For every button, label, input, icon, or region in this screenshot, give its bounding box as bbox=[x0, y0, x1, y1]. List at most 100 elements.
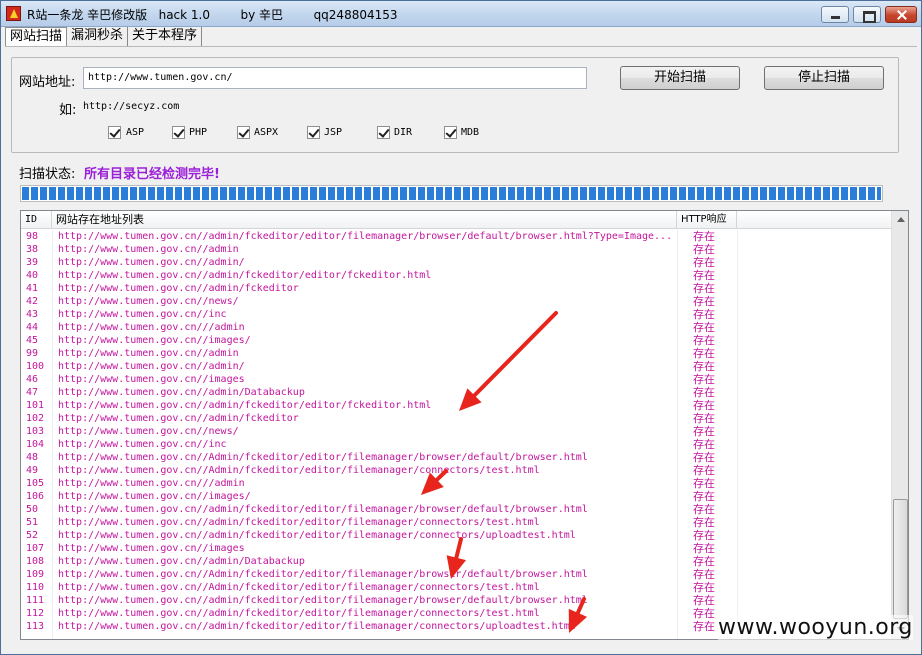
row-http-status: 存在 bbox=[693, 568, 715, 581]
url-input[interactable]: http://www.tumen.gov.cn/ bbox=[83, 67, 587, 89]
checkbox-jsp[interactable] bbox=[307, 126, 320, 139]
close-button[interactable] bbox=[885, 6, 917, 23]
column-header-url-list[interactable]: 网站存在地址列表 bbox=[52, 211, 677, 229]
table-row[interactable]: 103 http://www.tumen.gov.cn//news/存在 bbox=[21, 425, 891, 438]
table-row[interactable]: 43 http://www.tumen.gov.cn//inc 存在 bbox=[21, 308, 891, 321]
tab-divider bbox=[5, 46, 917, 47]
row-url: http://www.tumen.gov.cn//admin/fckeditor… bbox=[58, 621, 576, 632]
table-row[interactable]: 42 http://www.tumen.gov.cn//news/存在 bbox=[21, 295, 891, 308]
scroll-up-icon[interactable] bbox=[893, 212, 908, 228]
row-http-status: 存在 bbox=[693, 386, 715, 399]
column-header-http[interactable]: HTTP响应 bbox=[677, 211, 737, 229]
row-url: http://www.tumen.gov.cn//admin/ bbox=[58, 361, 245, 372]
tab-vuln-exploit[interactable]: 漏洞秒杀 bbox=[67, 27, 129, 46]
start-scan-button[interactable]: 开始扫描 bbox=[620, 66, 740, 90]
row-id: 102 bbox=[26, 413, 45, 424]
row-url: http://www.tumen.gov.cn//Admin/fckeditor… bbox=[58, 569, 588, 580]
table-row[interactable]: 52 http://www.tumen.gov.cn//admin/fckedit… bbox=[21, 529, 891, 542]
row-http-status: 存在 bbox=[693, 542, 715, 555]
checkbox-mdb[interactable] bbox=[444, 126, 457, 139]
table-row[interactable]: 99 http://www.tumen.gov.cn//admin 存在 bbox=[21, 347, 891, 360]
tab-strip: 网站扫描 漏洞秒杀 关于本程序 bbox=[5, 27, 203, 47]
row-http-status: 存在 bbox=[693, 282, 715, 295]
row-id: 46 bbox=[26, 374, 39, 385]
row-id: 41 bbox=[26, 283, 39, 294]
table-row[interactable]: 39 http://www.tumen.gov.cn//admin/存在 bbox=[21, 256, 891, 269]
table-row[interactable]: 44 http://www.tumen.gov.cn///admin 存在 bbox=[21, 321, 891, 334]
table-row[interactable]: 102 http://www.tumen.gov.cn//admin/fckedi… bbox=[21, 412, 891, 425]
row-http-status: 存在 bbox=[693, 399, 715, 412]
close-icon bbox=[886, 7, 916, 22]
title-bar[interactable]: R站一条龙 辛巴修改版 hack 1.0 by 辛巴 qq248804153 bbox=[1, 1, 921, 27]
row-url: http://www.tumen.gov.cn//Admin/fckeditor… bbox=[58, 452, 588, 463]
row-http-status: 存在 bbox=[693, 321, 715, 334]
row-http-status: 存在 bbox=[693, 477, 715, 490]
row-id: 49 bbox=[26, 465, 39, 476]
row-http-status: 存在 bbox=[693, 373, 715, 386]
row-http-status: 存在 bbox=[693, 334, 715, 347]
table-row[interactable]: 98 http://www.tumen.gov.cn//admin/fckedit… bbox=[21, 230, 891, 243]
row-url: http://www.tumen.gov.cn//admin/fckeditor… bbox=[58, 530, 576, 541]
table-row[interactable]: 111 http://www.tumen.gov.cn//admin/fckedi… bbox=[21, 594, 891, 607]
table-row[interactable]: 51 http://www.tumen.gov.cn//admin/fckedit… bbox=[21, 516, 891, 529]
row-url: http://www.tumen.gov.cn//admin/Databacku… bbox=[58, 556, 305, 567]
table-row[interactable]: 107 http://www.tumen.gov.cn//images 存在 bbox=[21, 542, 891, 555]
vertical-scrollbar[interactable] bbox=[891, 211, 908, 639]
row-url: http://www.tumen.gov.cn//Admin/fckeditor… bbox=[58, 465, 540, 476]
row-http-status: 存在 bbox=[693, 295, 715, 308]
row-url: http://www.tumen.gov.cn//images/ bbox=[58, 335, 251, 346]
row-url: http://www.tumen.gov.cn///admin bbox=[58, 322, 245, 333]
row-id: 107 bbox=[26, 543, 45, 554]
table-row[interactable]: 46 http://www.tumen.gov.cn//images 存在 bbox=[21, 373, 891, 386]
row-id: 104 bbox=[26, 439, 45, 450]
table-row[interactable]: 41 http://www.tumen.gov.cn//admin/fckedit… bbox=[21, 282, 891, 295]
row-id: 105 bbox=[26, 478, 45, 489]
table-row[interactable]: 109 http://www.tumen.gov.cn//Admin/fckedi… bbox=[21, 568, 891, 581]
row-url: http://www.tumen.gov.cn//images bbox=[58, 543, 245, 554]
row-url: http://www.tumen.gov.cn//admin/Databacku… bbox=[58, 387, 305, 398]
row-id: 106 bbox=[26, 491, 45, 502]
row-url: http://www.tumen.gov.cn//admin/fckeditor… bbox=[58, 517, 540, 528]
table-row[interactable]: 48 http://www.tumen.gov.cn//Admin/fckedit… bbox=[21, 451, 891, 464]
row-id: 47 bbox=[26, 387, 39, 398]
table-row[interactable]: 100 http://www.tumen.gov.cn//admin/存在 bbox=[21, 360, 891, 373]
row-http-status: 存在 bbox=[693, 503, 715, 516]
row-id: 38 bbox=[26, 244, 39, 255]
row-url: http://www.tumen.gov.cn//admin/fckeditor… bbox=[58, 231, 673, 242]
row-http-status: 存在 bbox=[693, 516, 715, 529]
checkbox-php[interactable] bbox=[172, 126, 185, 139]
scan-progress-bar bbox=[20, 185, 883, 202]
results-list[interactable]: ID 网站存在地址列表 HTTP响应 98 http://www.tumen.go… bbox=[20, 210, 909, 640]
maximize-button[interactable] bbox=[853, 6, 881, 23]
tab-website-scan[interactable]: 网站扫描 bbox=[5, 27, 68, 46]
table-row[interactable]: 110 http://www.tumen.gov.cn//Admin/fckedi… bbox=[21, 581, 891, 594]
checkbox-jsp-label: JSP bbox=[324, 127, 343, 138]
tab-about[interactable]: 关于本程序 bbox=[128, 27, 203, 46]
stop-scan-button[interactable]: 停止扫描 bbox=[764, 66, 884, 90]
table-row[interactable]: 38 http://www.tumen.gov.cn//admin 存在 bbox=[21, 243, 891, 256]
table-row[interactable]: 40 http://www.tumen.gov.cn//admin/fckedit… bbox=[21, 269, 891, 282]
table-row[interactable]: 104 http://www.tumen.gov.cn//inc 存在 bbox=[21, 438, 891, 451]
row-http-status: 存在 bbox=[693, 451, 715, 464]
row-http-status: 存在 bbox=[693, 594, 715, 607]
row-id: 51 bbox=[26, 517, 39, 528]
table-row[interactable]: 50 http://www.tumen.gov.cn//admin/fckedit… bbox=[21, 503, 891, 516]
table-row[interactable]: 105 http://www.tumen.gov.cn///admin 存在 bbox=[21, 477, 891, 490]
row-id: 112 bbox=[26, 608, 45, 619]
table-row[interactable]: 106 http://www.tumen.gov.cn//images/存在 bbox=[21, 490, 891, 503]
row-url: http://www.tumen.gov.cn//admin bbox=[58, 348, 239, 359]
table-row[interactable]: 101 http://www.tumen.gov.cn//admin/fckedi… bbox=[21, 399, 891, 412]
minimize-button[interactable] bbox=[821, 6, 849, 23]
row-http-status: 存在 bbox=[693, 412, 715, 425]
row-id: 42 bbox=[26, 296, 39, 307]
table-row[interactable]: 49 http://www.tumen.gov.cn//Admin/fckedit… bbox=[21, 464, 891, 477]
checkbox-dir[interactable] bbox=[377, 126, 390, 139]
row-url: http://www.tumen.gov.cn//admin bbox=[58, 244, 239, 255]
scrollbar-thumb[interactable] bbox=[893, 499, 908, 619]
checkbox-asp[interactable] bbox=[108, 126, 121, 139]
checkbox-aspx[interactable] bbox=[237, 126, 250, 139]
column-header-id[interactable]: ID bbox=[21, 211, 52, 229]
table-row[interactable]: 45 http://www.tumen.gov.cn//images/存在 bbox=[21, 334, 891, 347]
table-row[interactable]: 108 http://www.tumen.gov.cn//admin/Databa… bbox=[21, 555, 891, 568]
table-row[interactable]: 47 http://www.tumen.gov.cn//admin/Databac… bbox=[21, 386, 891, 399]
